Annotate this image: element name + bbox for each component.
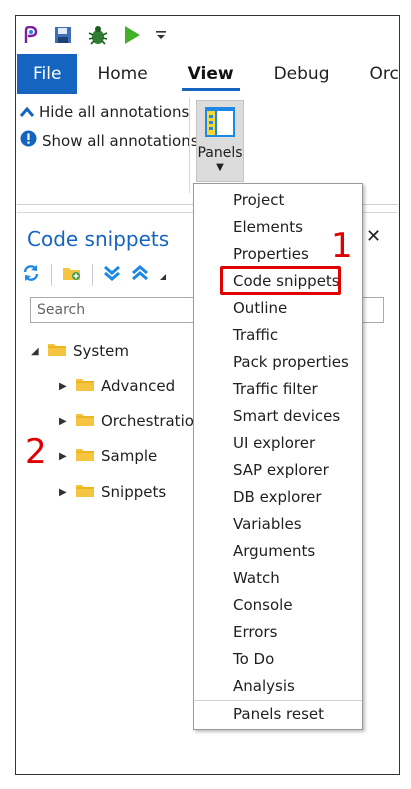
show-all-annotations-label: Show all annotations: [42, 131, 199, 150]
menu-item-smart-devices[interactable]: Smart devices: [194, 403, 362, 430]
save-icon[interactable]: [53, 25, 73, 45]
customize-toolbar-dropdown-icon[interactable]: [155, 29, 167, 41]
tab-debug[interactable]: Debug: [254, 54, 350, 94]
callout-number-2: 2: [25, 432, 47, 472]
tree-item-label: System: [73, 342, 129, 360]
run-play-icon[interactable]: [123, 25, 141, 45]
menu-item-analysis[interactable]: Analysis: [194, 673, 362, 700]
menu-item-outline[interactable]: Outline: [194, 295, 362, 322]
folder-icon: [75, 411, 95, 431]
menu-item-ui-explorer[interactable]: UI explorer: [194, 430, 362, 457]
panels-label: Panels: [197, 145, 243, 161]
app-logo-icon[interactable]: [23, 26, 39, 44]
expanded-triangle-icon[interactable]: ◢: [31, 346, 41, 357]
chevron-up-icon: [19, 103, 35, 121]
folder-icon: [47, 341, 67, 361]
tab-view[interactable]: View: [168, 54, 254, 94]
callout-number-1: 1: [331, 226, 353, 266]
code-snippets-highlight-box: [220, 266, 341, 295]
menu-item-variables[interactable]: Variables: [194, 511, 362, 538]
expand-all-icon[interactable]: [103, 264, 121, 286]
panels-button[interactable]: Panels ▼: [196, 100, 244, 182]
menu-item-traffic-filter[interactable]: Traffic filter: [194, 376, 362, 403]
folder-icon: [75, 482, 95, 502]
menu-item-errors[interactable]: Errors: [194, 619, 362, 646]
debug-bug-icon[interactable]: [87, 25, 109, 45]
tree-item-label: Snippets: [101, 483, 167, 501]
tree-item-label: Sample: [101, 447, 158, 465]
menu-item-watch[interactable]: Watch: [194, 565, 362, 592]
menu-item-arguments[interactable]: Arguments: [194, 538, 362, 565]
tree-item-system[interactable]: ◢ System: [31, 341, 129, 361]
collapsed-triangle-icon[interactable]: ▶: [59, 416, 69, 427]
menu-item-traffic[interactable]: Traffic: [194, 322, 362, 349]
refresh-icon[interactable]: [21, 263, 41, 287]
show-all-annotations-button[interactable]: Show all annotations: [20, 130, 199, 151]
folder-icon: [75, 446, 95, 466]
caret-down-icon: ▼: [216, 162, 224, 173]
new-folder-icon[interactable]: [62, 263, 82, 287]
info-alert-icon: [20, 130, 37, 151]
panel-title: Code snippets: [27, 227, 170, 251]
tab-orchestration[interactable]: Orchestrat: [349, 54, 398, 94]
menu-item-project[interactable]: Project: [194, 187, 362, 214]
toolbar-separator: [92, 264, 93, 286]
collapse-all-icon[interactable]: [131, 264, 149, 286]
tab-file[interactable]: File: [17, 54, 78, 94]
hide-all-annotations-button[interactable]: Hide all annotations: [19, 103, 190, 121]
panels-icon: [203, 107, 237, 143]
ribbon-separator: [189, 98, 190, 193]
panel-toolbar: [21, 263, 167, 287]
close-icon[interactable]: ✕: [366, 226, 381, 247]
tree-item-label: Orchestration: [101, 412, 204, 430]
toolbar-separator: [51, 264, 52, 286]
tab-home[interactable]: Home: [77, 54, 167, 94]
menu-item-pack-properties[interactable]: Pack properties: [194, 349, 362, 376]
hide-all-annotations-label: Hide all annotations: [39, 103, 190, 121]
folder-icon: [75, 376, 95, 396]
collapsed-triangle-icon[interactable]: ▶: [59, 451, 69, 462]
menu-item-console[interactable]: Console: [194, 592, 362, 619]
tree-item-label: Advanced: [101, 377, 176, 395]
quick-access-toolbar: [17, 17, 398, 53]
menu-item-sap-explorer[interactable]: SAP explorer: [194, 457, 362, 484]
tree-item-orchestration[interactable]: ▶ Orchestration: [59, 411, 203, 431]
tree-item-snippets[interactable]: ▶ Snippets: [59, 482, 166, 502]
more-options-icon[interactable]: [159, 266, 167, 285]
ribbon-tabs: File Home View Debug Orchestrat: [17, 54, 398, 94]
tree-item-advanced[interactable]: ▶ Advanced: [59, 376, 175, 396]
menu-item-to-do[interactable]: To Do: [194, 646, 362, 673]
collapsed-triangle-icon[interactable]: ▶: [59, 487, 69, 498]
tree-item-sample[interactable]: ▶ Sample: [59, 446, 157, 466]
collapsed-triangle-icon[interactable]: ▶: [59, 381, 69, 392]
menu-item-db-explorer[interactable]: DB explorer: [194, 484, 362, 511]
menu-item-panels-reset[interactable]: Panels reset: [194, 700, 362, 728]
